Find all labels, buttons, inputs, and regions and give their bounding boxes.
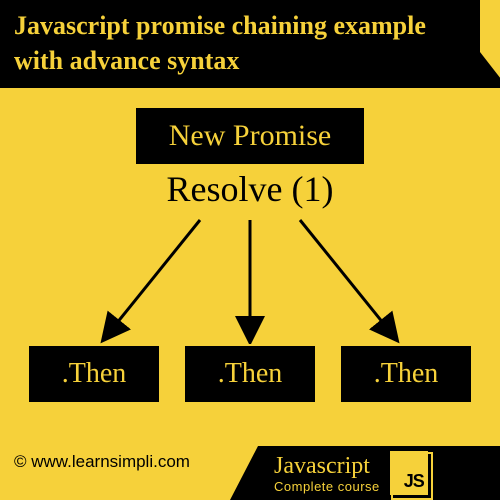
brand-bar: Javascript Complete course JS	[258, 446, 500, 500]
brand-main: Javascript	[274, 454, 380, 478]
footer: © www.learnsimpli.com Javascript Complet…	[0, 440, 500, 500]
js-badge-label: JS	[404, 471, 424, 492]
node-then-label: .Then	[374, 358, 439, 390]
arrows-diagram	[0, 214, 500, 344]
node-then-label: .Then	[218, 358, 283, 390]
brand-text: Javascript Complete course	[274, 454, 380, 493]
then-row: .Then .Then .Then	[0, 346, 500, 402]
node-new-promise-label: New Promise	[169, 119, 331, 153]
node-then-label: .Then	[62, 358, 127, 390]
node-then: .Then	[185, 346, 315, 402]
credit-text: © www.learnsimpli.com	[14, 452, 190, 472]
page-title: Javascript promise chaining example with…	[14, 11, 426, 75]
node-then: .Then	[29, 346, 159, 402]
node-then: .Then	[341, 346, 471, 402]
resolve-label: Resolve (1)	[0, 168, 500, 210]
js-badge-icon: JS	[390, 451, 428, 495]
page-title-banner: Javascript promise chaining example with…	[0, 0, 480, 88]
brand-sub: Complete course	[274, 480, 380, 493]
node-new-promise: New Promise	[136, 108, 364, 164]
